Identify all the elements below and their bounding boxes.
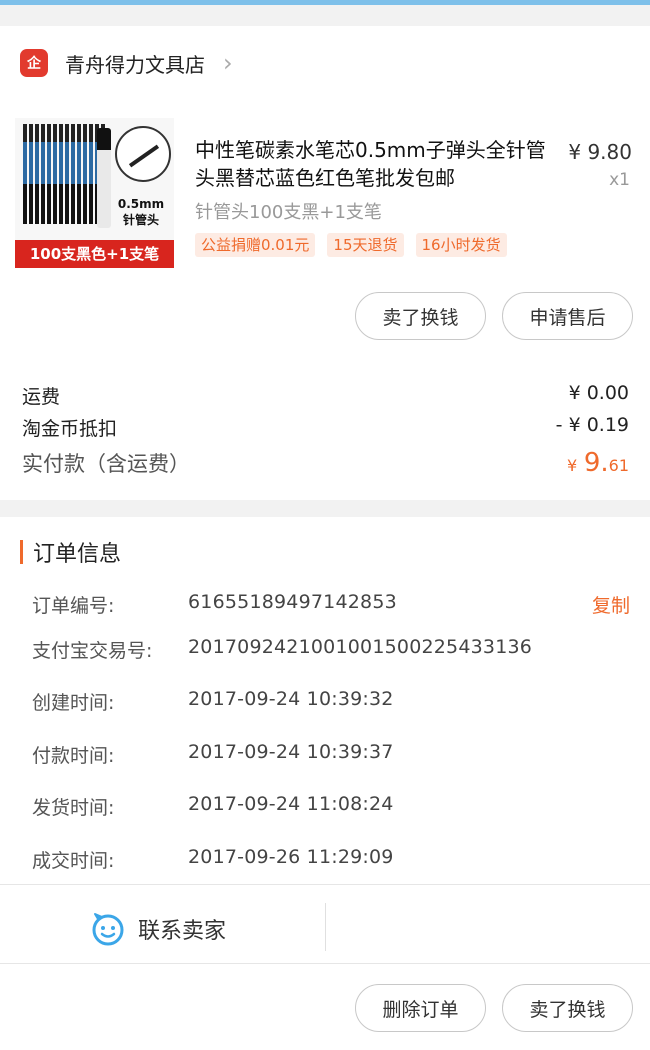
shop-name[interactable]: 青舟得力文具店 [65, 49, 205, 78]
paid-symbol: ¥ [566, 456, 578, 475]
thumbnail-spec-text: 0.5mm 针管头 [111, 196, 171, 228]
order-card: 企 青舟得力文具店 › 0.5mm 针管头 100支黑色+1支笔 中性笔碳素水笔… [0, 26, 650, 500]
divider [0, 884, 650, 885]
sell-for-cash-button[interactable]: 卖了换钱 [355, 292, 486, 340]
product-thumbnail[interactable]: 0.5mm 针管头 100支黑色+1支笔 [15, 118, 174, 268]
tag-shipping: 16小时发货 [415, 233, 507, 257]
section-accent-bar [20, 540, 23, 564]
created-time-label: 创建时间: [32, 692, 115, 714]
coin-deduction-row: 淘金币抵扣 - ¥ 0.19 [22, 414, 629, 441]
completed-time-label: 成交时间: [32, 850, 115, 872]
paid-label: 实付款（含运费） [22, 452, 190, 476]
tag-return: 15天退货 [327, 233, 404, 257]
thumbnail-tip: 针管头 [122, 213, 159, 227]
alipay-trade-value: 2017092421001001500225433136 [188, 636, 533, 658]
paid-int: 9. [583, 448, 609, 478]
paid-amount: ¥ 9.61 [567, 448, 629, 478]
paid-dec: 61 [608, 456, 629, 475]
paid-row: 实付款（含运费） ¥ 9.61 [22, 448, 629, 478]
product-title[interactable]: 中性笔碳素水笔芯0.5mm子弹头全针管头黑替芯蓝色红色笔批发包邮 [195, 136, 550, 192]
shop-badge-icon: 企 [20, 49, 48, 77]
thumbnail-spec: 0.5mm [117, 197, 165, 211]
shop-header[interactable]: 企 青舟得力文具店 › [20, 48, 233, 78]
product-sku: 针管头100支黑+1支笔 [195, 202, 382, 223]
coin-value: - ¥ 0.19 [555, 414, 629, 436]
order-number-value: 61655189497142853 [188, 591, 397, 613]
alipay-trade-label: 支付宝交易号: [32, 640, 153, 662]
chat-face-icon [92, 913, 124, 946]
product-quantity: x1 [609, 170, 630, 190]
tag-donation: 公益捐赠0.01元 [195, 233, 316, 257]
sell-for-cash-button-bottom[interactable]: 卖了换钱 [502, 984, 633, 1032]
tip-zoom-icon [115, 126, 171, 182]
divider [0, 963, 650, 964]
completed-time-value: 2017-09-26 11:29:09 [188, 846, 394, 868]
coin-label: 淘金币抵扣 [22, 418, 118, 440]
pen-image [97, 128, 111, 228]
created-time-value: 2017-09-24 10:39:32 [188, 688, 394, 710]
freight-value: ¥ 0.00 [568, 382, 629, 404]
thumbnail-band: 100支黑色+1支笔 [15, 240, 174, 268]
contact-seller-button[interactable]: 联系卖家 [90, 909, 226, 949]
chevron-right-icon[interactable]: › [223, 51, 233, 75]
order-number-label: 订单编号: [32, 595, 115, 617]
paid-time-label: 付款时间: [32, 745, 115, 767]
shipped-time-value: 2017-09-24 11:08:24 [188, 793, 394, 815]
shop-badge-text: 企 [27, 56, 41, 72]
delete-order-button[interactable]: 删除订单 [355, 984, 486, 1032]
vertical-divider [325, 903, 326, 951]
contact-seller-label: 联系卖家 [138, 919, 227, 944]
after-sales-button[interactable]: 申请售后 [502, 292, 633, 340]
freight-row: 运费 ¥ 0.00 [22, 382, 629, 409]
order-info-title: 订单信息 [33, 542, 122, 567]
order-info-card: 订单信息 订单编号: 61655189497142853 复制 支付宝交易号: … [0, 517, 650, 1050]
product-tags: 公益捐赠0.01元 15天退货 16小时发货 [195, 233, 507, 257]
paid-time-value: 2017-09-24 10:39:37 [188, 741, 394, 763]
shipped-time-label: 发货时间: [32, 797, 115, 819]
copy-button[interactable]: 复制 [592, 591, 630, 618]
freight-label: 运费 [22, 386, 61, 408]
product-price: ¥ 9.80 [568, 140, 632, 164]
top-status-bar [0, 0, 650, 5]
order-info-header: 订单信息 [20, 539, 122, 567]
